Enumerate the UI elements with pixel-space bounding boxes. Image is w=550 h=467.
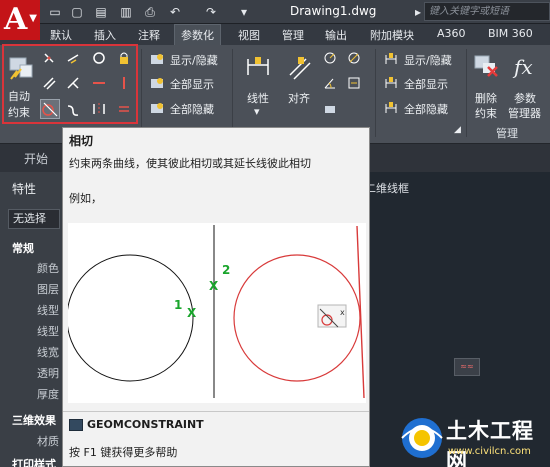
aligned-button[interactable]: 对齐 xyxy=(288,90,310,106)
tab-home[interactable]: 默认 xyxy=(50,27,72,43)
save-icon[interactable]: ▤ xyxy=(93,4,109,20)
linear-button[interactable]: 线性 xyxy=(247,90,269,106)
diameter-icon[interactable] xyxy=(347,51,361,65)
divider xyxy=(232,49,233,137)
tooltip-title: 相切 xyxy=(69,134,94,148)
dim-show-all-button[interactable]: 全部显示 xyxy=(404,76,448,92)
save-as-icon[interactable]: ▥ xyxy=(118,4,134,20)
tangent-marker-2: X xyxy=(209,279,219,293)
ribbon-tabs: 默认 插入 注释 参数化 视图 管理 输出 附加模块 A360 BIM 360 xyxy=(0,24,550,45)
tab-a360[interactable]: A360 xyxy=(437,27,466,40)
watermark-logo-icon xyxy=(401,418,443,458)
property-row: 线宽 xyxy=(37,346,59,359)
show-hide-icon[interactable] xyxy=(150,52,164,66)
tooltip-description: 约束两条曲线，使其彼此相切或其延长线彼此相切 xyxy=(69,157,311,170)
open-icon[interactable]: ▢ xyxy=(69,4,85,20)
selection-dropdown[interactable]: 无选择 xyxy=(8,209,60,229)
tangent-marker-1: X xyxy=(187,306,197,320)
properties-header: 特性 xyxy=(12,182,37,196)
convert-icon[interactable] xyxy=(347,76,361,90)
tab-output[interactable]: 输出 xyxy=(325,27,347,43)
angular-icon[interactable] xyxy=(323,76,337,90)
panel-expand-icon[interactable]: ◢ xyxy=(454,125,461,135)
watermark: 土木工程网 www.civilcn.com xyxy=(398,409,550,467)
geom-show-all-button[interactable]: 全部显示 xyxy=(170,76,214,92)
application-menu-button[interactable]: A ▼ xyxy=(0,0,40,40)
aligned-dimension-icon[interactable] xyxy=(286,55,312,81)
geom-show-hide-button[interactable]: 显示/隐藏 xyxy=(170,52,218,68)
viewcube-icon[interactable]: ≈≈ xyxy=(454,358,480,376)
radius-icon[interactable] xyxy=(323,51,337,65)
tab-manage[interactable]: 管理 xyxy=(282,27,304,43)
dim-show-hide-icon[interactable] xyxy=(323,102,337,116)
parameters-manager-label-2: 管理器 xyxy=(508,107,541,120)
property-row: 图层 xyxy=(37,283,59,296)
dim-show-hide-button[interactable]: 显示/隐藏 xyxy=(404,52,452,68)
autocad-window: ▭ ▢ ▤ ▥ ⎙ ↶ ↷ ▾ Drawing1.dwg ▸ 键入关键字或短语 … xyxy=(0,0,550,467)
svg-text:x: x xyxy=(340,308,345,317)
category-3d-effects[interactable]: 三维效果 xyxy=(12,412,56,428)
linear-dropdown-icon[interactable]: ▾ xyxy=(254,105,260,118)
tab-start[interactable]: 开始 xyxy=(24,150,48,167)
divider xyxy=(63,411,369,412)
undo-icon[interactable]: ↶ xyxy=(167,4,183,20)
property-row: 线型 xyxy=(37,325,59,338)
tab-annotate[interactable]: 注释 xyxy=(138,27,160,43)
command-name: GEOMCONSTRAINT xyxy=(87,418,204,431)
dim-show-hide-toggle-icon[interactable] xyxy=(384,52,398,66)
property-row: 线型 xyxy=(37,304,59,317)
tooltip-illustration: x 1 2 X X xyxy=(66,223,366,403)
tab-parametric[interactable]: 参数化 xyxy=(174,24,221,45)
property-row: 材质 xyxy=(37,435,59,448)
command-icon xyxy=(69,419,83,431)
tab-addins[interactable]: 附加模块 xyxy=(370,27,414,43)
divider xyxy=(466,49,467,137)
show-all-icon[interactable] xyxy=(150,76,164,90)
document-title: Drawing1.dwg xyxy=(290,4,377,18)
new-icon[interactable]: ▭ xyxy=(47,4,63,20)
property-row: 厚度 xyxy=(37,388,59,401)
manage-panel-label: 管理 xyxy=(496,127,518,140)
delete-constraints-icon[interactable] xyxy=(473,53,499,79)
tooltip-example-label: 例如， xyxy=(69,192,102,205)
quick-access-menu-icon[interactable]: ▾ xyxy=(236,4,252,20)
print-icon[interactable]: ⎙ xyxy=(142,4,158,20)
hide-all-icon[interactable] xyxy=(150,101,164,115)
properties-palette: 特性 无选择 常规 颜色 图层 线型 线型 线宽 透明 厚度 三维效果 材质 打… xyxy=(0,172,62,467)
tab-insert[interactable]: 插入 xyxy=(94,27,116,43)
property-row: 透明 xyxy=(37,367,59,380)
dim-hide-all-icon[interactable] xyxy=(384,101,398,115)
category-general[interactable]: 常规 xyxy=(12,240,34,256)
delete-constraints-label-2: 约束 xyxy=(475,107,497,120)
property-row: 颜色 xyxy=(37,262,59,275)
parameters-manager-icon[interactable]: fx xyxy=(514,55,533,79)
tab-bim360[interactable]: BIM 360 xyxy=(488,27,533,40)
label-2: 2 xyxy=(222,263,231,277)
tangent-tooltip: 相切 约束两条曲线，使其彼此相切或其延长线彼此相切 例如， x 1 2 X X … xyxy=(62,127,370,467)
parameters-manager-label-1: 参数 xyxy=(514,92,536,105)
watermark-site-name: 土木工程网 xyxy=(446,419,534,467)
watermark-url: www.civilcn.com xyxy=(448,446,531,457)
delete-constraints-label-1: 删除 xyxy=(475,92,497,105)
chevron-down-icon: ▼ xyxy=(29,13,37,24)
label-1: 1 xyxy=(174,298,183,312)
divider xyxy=(141,49,142,137)
divider xyxy=(375,49,376,137)
dim-hide-all-button[interactable]: 全部隐藏 xyxy=(404,101,448,117)
title-bar: ▭ ▢ ▤ ▥ ⎙ ↶ ↷ ▾ Drawing1.dwg ▸ 键入关键字或短语 xyxy=(0,0,550,24)
redo-icon[interactable]: ↷ xyxy=(203,4,219,20)
search-input[interactable]: 键入关键字或短语 xyxy=(424,2,550,21)
help-hint: 按 F1 键获得更多帮助 xyxy=(69,446,178,459)
dim-show-all-icon[interactable] xyxy=(384,76,398,90)
visual-style-label[interactable]: 二维线框 xyxy=(365,180,409,196)
app-logo-letter: A xyxy=(4,2,28,37)
geometric-constraints-highlight xyxy=(2,44,138,124)
category-plot-style[interactable]: 打印样式 xyxy=(12,456,56,467)
linear-dimension-icon[interactable] xyxy=(245,55,271,81)
geom-hide-all-button[interactable]: 全部隐藏 xyxy=(170,101,214,117)
tab-view[interactable]: 视图 xyxy=(238,27,260,43)
